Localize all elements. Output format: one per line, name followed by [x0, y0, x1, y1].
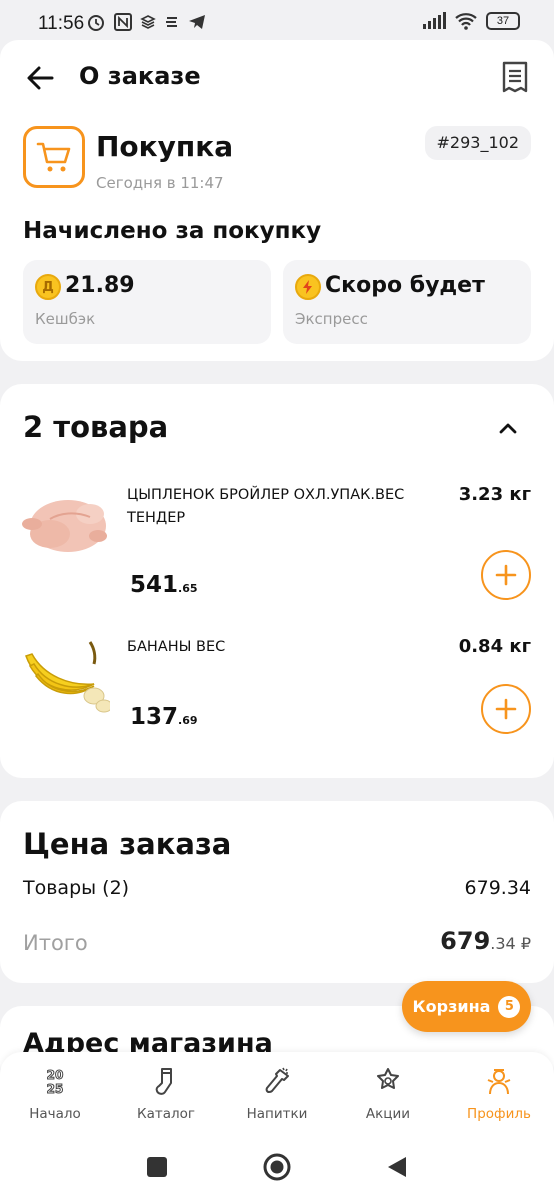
page-title: О заказе: [79, 62, 201, 90]
order-items-card: 2 товара ЦЫПЛЕНОК БРОЙЛЕР ОХЛ.УПАК.ВЕС Т…: [0, 384, 554, 778]
accrued-title: Начислено за покупку: [23, 218, 322, 244]
total-main: 679: [440, 927, 491, 955]
express-label: Экспресс: [295, 310, 368, 328]
express-box: Скоро будет Экспресс: [283, 260, 531, 344]
product-item: БАНАНЫ ВЕС 0.84 кг 137.69: [0, 636, 554, 776]
triangle-back-icon: [388, 1157, 406, 1177]
receipt-icon: [502, 61, 528, 93]
alarm-icon: [88, 15, 104, 31]
cashback-box: Д 21.89 Кешбэк: [23, 260, 271, 344]
lightning-icon: [295, 274, 321, 300]
coin-icon: Д: [35, 274, 61, 300]
total-cents: .34 ₽: [490, 934, 531, 953]
nav-label: Акции: [365, 1106, 411, 1122]
total-value: 679.34 ₽: [440, 927, 531, 955]
cashback-label: Кешбэк: [35, 310, 96, 328]
goods-label: Товары (2): [23, 877, 130, 899]
nav-label: Начало: [29, 1106, 81, 1122]
price-cents: .65: [178, 582, 198, 595]
champagne-icon: [260, 1064, 294, 1098]
total-label: Итого: [23, 931, 88, 955]
price-title: Цена заказа: [23, 827, 232, 861]
price-main: 137: [130, 704, 179, 730]
arrow-left-icon: [27, 66, 54, 90]
status-icons-left: [86, 12, 206, 32]
product-price: 541.65: [130, 572, 198, 598]
svg-text:25: 25: [47, 1082, 64, 1096]
svg-text:20: 20: [47, 1068, 64, 1082]
snowman-icon: [482, 1064, 516, 1098]
express-value: Скоро будет: [325, 273, 485, 298]
nav-item-profile[interactable]: Профиль: [449, 1064, 549, 1130]
collapse-items-button[interactable]: [496, 418, 520, 438]
order-date: Сегодня в 11:47: [96, 174, 224, 192]
nav-item-home[interactable]: 20 25 Начало: [5, 1064, 105, 1130]
cart-count-badge: 5: [498, 995, 521, 1018]
product-weight: 0.84 кг: [458, 636, 531, 657]
cart-button-label: Корзина: [412, 997, 491, 1016]
telegram-icon: [189, 15, 205, 29]
wifi-icon: [455, 13, 477, 30]
nav-label: Каталог: [137, 1106, 195, 1122]
chevron-up-icon: [499, 423, 517, 434]
nav-label: Профиль: [467, 1106, 531, 1122]
layers-icon: [140, 15, 156, 29]
plus-icon: [495, 564, 517, 586]
shopping-cart-icon: [36, 142, 71, 172]
status-time: 11:56: [38, 13, 85, 34]
system-navigation-bar: [0, 1134, 554, 1200]
add-to-cart-button[interactable]: [481, 550, 531, 600]
sock-icon: [149, 1064, 183, 1098]
goods-value: 679.34: [464, 877, 531, 899]
back-button[interactable]: [24, 62, 56, 94]
app-header: О заказе: [0, 40, 554, 116]
nav-label: Напитки: [246, 1106, 308, 1122]
plus-icon: [495, 698, 517, 720]
items-count-title: 2 товара: [23, 410, 169, 444]
recent-apps-button[interactable]: [144, 1154, 170, 1180]
product-name: ЦЫПЛЕНОК БРОЙЛЕР ОХЛ.УПАК.ВЕС ТЕНДЕР: [127, 487, 405, 526]
price-main: 541: [130, 572, 179, 598]
status-bar: 11:56 37: [0, 0, 554, 44]
star-wreath-icon: [371, 1064, 405, 1098]
bottom-navigation: 20 25 Начало Каталог Напитки Акции Профил…: [0, 1052, 554, 1134]
cart-button[interactable]: Корзина 5: [402, 981, 531, 1032]
nfc-icon: [114, 13, 132, 31]
order-number: #293_102: [424, 126, 531, 160]
product-item: ЦЫПЛЕНОК БРОЙЛЕР ОХЛ.УПАК.ВЕС ТЕНДЕР 3.2…: [0, 484, 554, 624]
product-price: 137.69: [130, 704, 198, 730]
product-weight: 3.23 кг: [458, 484, 531, 505]
order-type: Покупка: [96, 130, 234, 163]
product-name: БАНАНЫ ВЕС: [127, 639, 226, 655]
nav-item-drinks[interactable]: Напитки: [227, 1064, 327, 1130]
order-price-card: Цена заказа Товары (2) 679.34 Итого 679.…: [0, 801, 554, 983]
signal-icon: [423, 12, 446, 29]
back-system-button[interactable]: [384, 1154, 410, 1180]
price-cents: .69: [178, 714, 198, 727]
circle-icon: [263, 1153, 291, 1181]
nav-item-catalog[interactable]: Каталог: [116, 1064, 216, 1130]
order-type-badge: [23, 126, 85, 188]
order-summary-card: Покупка Сегодня в 11:47 #293_102 Начисле…: [0, 116, 554, 361]
product-image-chicken: [20, 484, 110, 564]
status-icons-right: 37: [422, 12, 520, 30]
home-button[interactable]: [262, 1152, 292, 1182]
product-image-bananas: [20, 636, 113, 716]
nav-item-promotions[interactable]: Акции: [338, 1064, 438, 1130]
square-icon: [147, 1157, 167, 1177]
year-2025-icon: 20 25: [38, 1064, 72, 1098]
stack-icon: [166, 17, 177, 27]
battery-indicator: 37: [486, 12, 520, 30]
cashback-value: 21.89: [65, 273, 135, 298]
add-to-cart-button[interactable]: [481, 684, 531, 734]
receipt-button[interactable]: [500, 60, 530, 94]
